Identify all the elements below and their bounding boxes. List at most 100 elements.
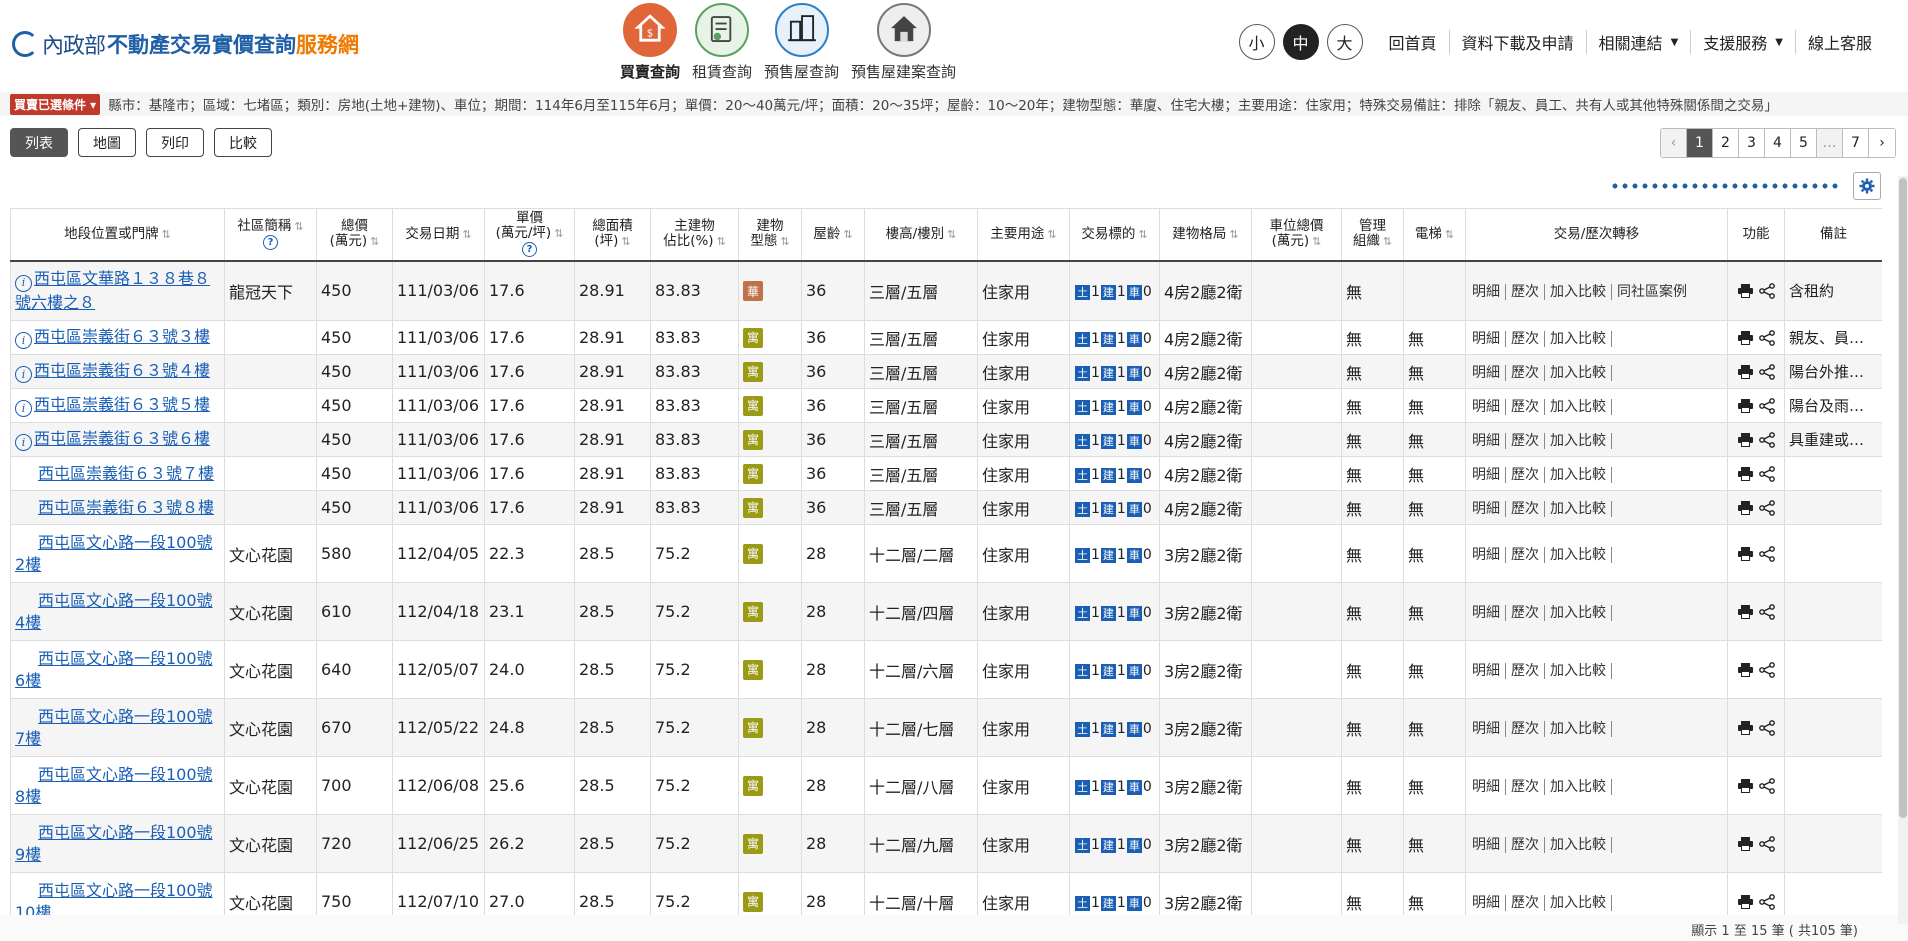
data-download-link[interactable]: 資料下載及申請	[1448, 30, 1586, 54]
print-icon[interactable]	[1737, 778, 1753, 793]
address-link[interactable]: 西屯區文心路一段100號2樓	[15, 533, 213, 574]
detail-link[interactable]: 明細	[1470, 721, 1505, 737]
column-scroll-indicator[interactable]	[1610, 183, 1840, 189]
table-row[interactable]: 西屯區文心路一段100號9樓 文心花園 720 112/06/25 26.2 28.5 75…	[10, 814, 1882, 873]
detail-link[interactable]: 明細	[1470, 284, 1505, 300]
add-compare-link[interactable]: 加入比較	[1544, 466, 1611, 483]
table-row[interactable]: 西屯區文心路一段100號4樓 文心花園 610 112/04/18 23.1 28.5 75…	[10, 582, 1882, 641]
detail-link[interactable]: 明細	[1470, 399, 1505, 415]
detail-link[interactable]: 明細	[1470, 605, 1505, 621]
print-icon[interactable]	[1737, 466, 1753, 481]
column-header[interactable]: 管理 組織 ⇅	[1341, 208, 1404, 262]
print-icon[interactable]	[1737, 283, 1753, 298]
history-link[interactable]: 歷次	[1505, 720, 1544, 737]
history-link[interactable]: 歷次	[1505, 546, 1544, 563]
print-icon[interactable]	[1737, 330, 1753, 345]
pager-next-button[interactable]: ›	[1869, 129, 1895, 157]
column-header[interactable]: 主要用途 ⇅	[977, 208, 1070, 262]
address-link[interactable]: 西屯區崇義街６３號３樓	[34, 327, 210, 346]
help-icon[interactable]: ?	[522, 242, 537, 258]
detail-link[interactable]: 明細	[1470, 331, 1505, 347]
column-header[interactable]: 建物 型態 ⇅	[738, 208, 802, 262]
history-link[interactable]: 歷次	[1505, 330, 1544, 347]
column-header[interactable]: 總價 (萬元) ⇅	[316, 208, 393, 262]
share-icon[interactable]	[1758, 777, 1775, 794]
nav-sales[interactable]: $ 買賣查詢	[620, 0, 680, 84]
print-icon[interactable]	[1737, 662, 1753, 677]
share-icon[interactable]	[1758, 603, 1775, 620]
column-header[interactable]: 交易/歷次轉移	[1465, 208, 1728, 262]
add-compare-link[interactable]: 加入比較	[1544, 546, 1611, 563]
history-link[interactable]: 歷次	[1505, 432, 1544, 449]
column-settings-button[interactable]	[1853, 172, 1881, 200]
address-link[interactable]: 西屯區崇義街６３號８樓	[38, 498, 214, 517]
info-icon[interactable]: i	[15, 400, 32, 418]
column-header[interactable]: 總面積 (坪) ⇅	[574, 208, 651, 262]
online-service-link[interactable]: 線上客服	[1794, 30, 1884, 54]
pager-page[interactable]: 7	[1843, 129, 1869, 157]
address-link[interactable]: 西屯區文華路１３８巷８號六樓之８	[15, 269, 210, 312]
history-link[interactable]: 歷次	[1505, 398, 1544, 415]
share-icon[interactable]	[1758, 661, 1775, 678]
table-row[interactable]: 西屯區文心路一段100號8樓 文心花園 700 112/06/08 25.6 28.5 75…	[10, 756, 1882, 815]
info-icon[interactable]: i	[15, 274, 32, 292]
add-compare-link[interactable]: 加入比較	[1544, 500, 1611, 517]
font-size-large-button[interactable]: 大	[1326, 24, 1363, 60]
share-icon[interactable]	[1758, 282, 1775, 299]
add-compare-link[interactable]: 加入比較	[1544, 432, 1611, 449]
table-row[interactable]: i 西屯區崇義街６３號４樓 450 111/03/06 17.6 28.91 83.83 寓 3…	[10, 354, 1882, 389]
column-header[interactable]: 社區簡稱 ⇅?	[224, 208, 317, 262]
print-icon[interactable]	[1737, 432, 1753, 447]
column-header[interactable]: 交易標的 ⇅	[1069, 208, 1160, 262]
support-menu[interactable]: 支援服務 ▼	[1690, 30, 1795, 54]
print-icon[interactable]	[1737, 500, 1753, 515]
font-size-small-button[interactable]: 小	[1238, 24, 1275, 60]
column-header[interactable]: 交易日期 ⇅	[392, 208, 485, 262]
share-icon[interactable]	[1758, 397, 1775, 414]
compare-button[interactable]: 比較	[214, 128, 272, 157]
address-link[interactable]: 西屯區文心路一段100號10樓	[15, 881, 213, 916]
address-link[interactable]: 西屯區文心路一段100號9樓	[15, 823, 213, 864]
print-icon[interactable]	[1737, 546, 1753, 561]
detail-link[interactable]: 明細	[1470, 433, 1505, 449]
add-compare-link[interactable]: 加入比較	[1544, 283, 1611, 300]
nav-rental[interactable]: 租賃查詢	[692, 0, 752, 84]
help-icon[interactable]: ?	[263, 234, 278, 250]
add-compare-link[interactable]: 加入比較	[1544, 720, 1611, 737]
share-icon[interactable]	[1758, 431, 1775, 448]
table-row[interactable]: i 西屯區崇義街６３號５樓 450 111/03/06 17.6 28.91 83.83 寓 3…	[10, 388, 1882, 423]
share-icon[interactable]	[1758, 719, 1775, 736]
column-header[interactable]: 備註	[1784, 208, 1882, 262]
share-icon[interactable]	[1758, 499, 1775, 516]
share-icon[interactable]	[1758, 835, 1775, 852]
history-link[interactable]: 歷次	[1505, 894, 1544, 911]
print-icon[interactable]	[1737, 720, 1753, 735]
address-link[interactable]: 西屯區文心路一段100號7樓	[15, 707, 213, 748]
history-link[interactable]: 歷次	[1505, 364, 1544, 381]
detail-link[interactable]: 明細	[1470, 547, 1505, 563]
table-row[interactable]: 西屯區崇義街６３號７樓 450 111/03/06 17.6 28.91 83.83 寓 36…	[10, 456, 1882, 491]
address-link[interactable]: 西屯區崇義街６３號４樓	[34, 361, 210, 380]
address-link[interactable]: 西屯區崇義街６３號７樓	[38, 464, 214, 483]
info-icon[interactable]: i	[15, 434, 32, 452]
add-compare-link[interactable]: 加入比較	[1544, 778, 1611, 795]
add-compare-link[interactable]: 加入比較	[1544, 398, 1611, 415]
table-row[interactable]: 西屯區文心路一段100號7樓 文心花園 670 112/05/22 24.8 28.5 75…	[10, 698, 1882, 757]
pager-page[interactable]: 1	[1687, 129, 1713, 157]
history-link[interactable]: 歷次	[1505, 778, 1544, 795]
address-link[interactable]: 西屯區文心路一段100號6樓	[15, 649, 213, 690]
vertical-scrollbar[interactable]	[1898, 176, 1908, 924]
detail-link[interactable]: 明細	[1470, 837, 1505, 853]
history-link[interactable]: 歷次	[1505, 836, 1544, 853]
table-row[interactable]: i 西屯區文華路１３８巷８號六樓之８ 龍冠天下 450 111/03/06 17.6 28.…	[10, 260, 1882, 321]
add-compare-link[interactable]: 加入比較	[1544, 836, 1611, 853]
add-compare-link[interactable]: 加入比較	[1544, 604, 1611, 621]
column-header[interactable]: 地段位置或門牌 ⇅	[10, 208, 225, 262]
home-link[interactable]: 回首頁	[1377, 30, 1449, 54]
pager-page[interactable]: 5	[1791, 129, 1817, 157]
same-community-link[interactable]: 同社區案例	[1611, 283, 1692, 300]
pager-page[interactable]: 2	[1713, 129, 1739, 157]
share-icon[interactable]	[1758, 363, 1775, 380]
table-row[interactable]: i 西屯區崇義街６３號６樓 450 111/03/06 17.6 28.91 83.83 寓 3…	[10, 422, 1882, 457]
column-header[interactable]: 功能	[1727, 208, 1785, 262]
